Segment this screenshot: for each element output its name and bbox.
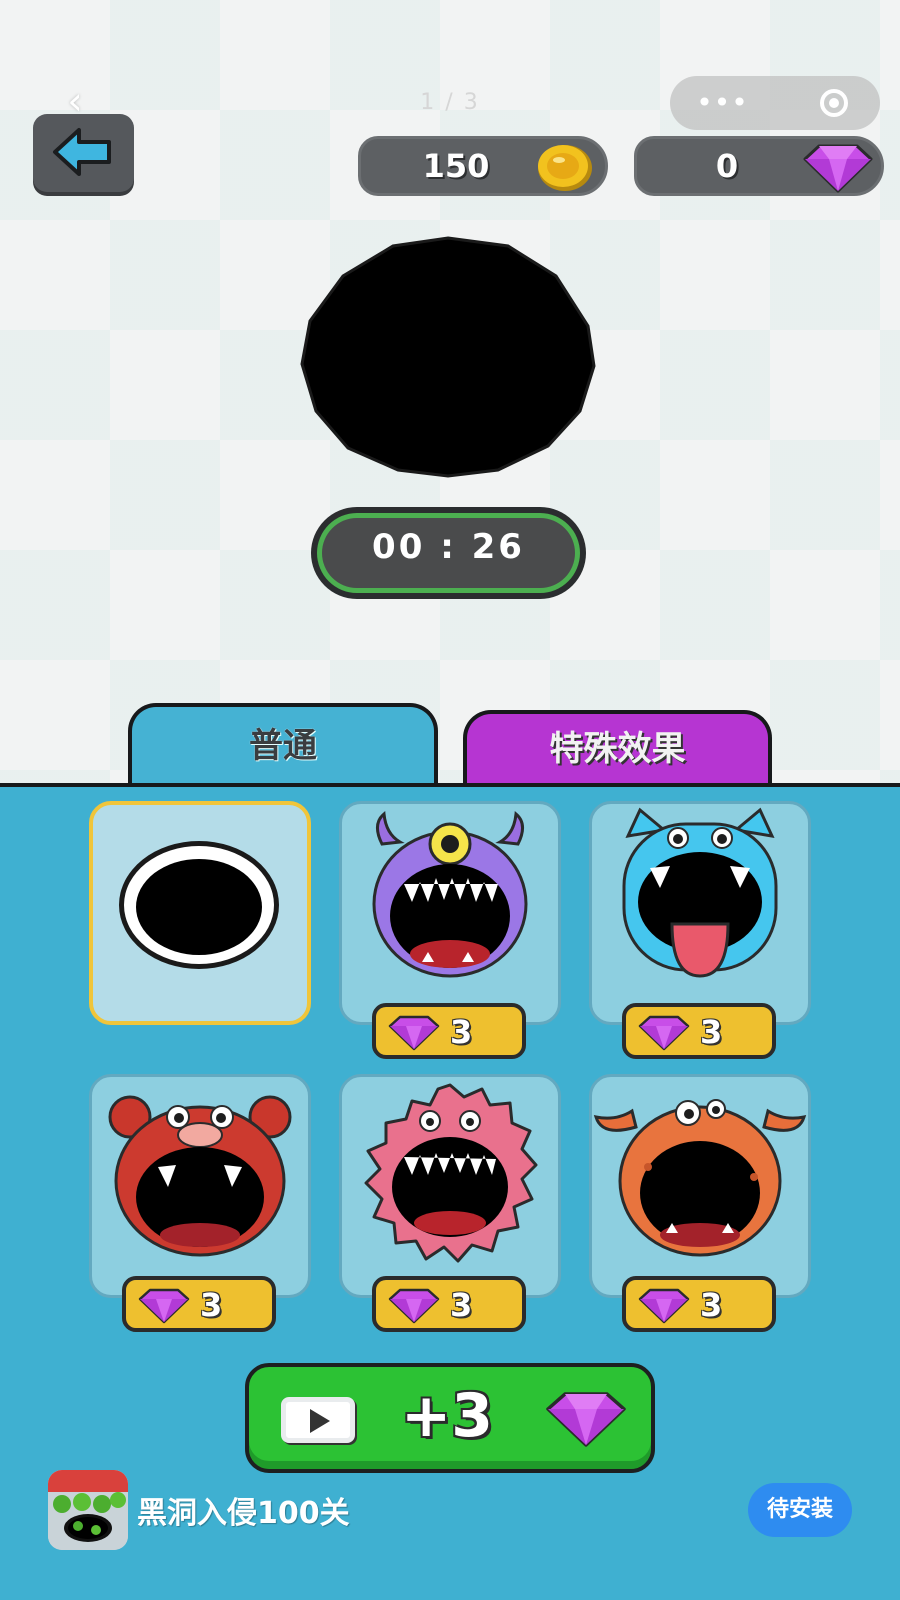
price-value: 3 bbox=[700, 1286, 723, 1324]
game-back-button[interactable] bbox=[33, 114, 134, 192]
back-chevron-icon[interactable]: ‹ bbox=[58, 82, 92, 120]
install-button[interactable]: 待安装 bbox=[748, 1483, 852, 1537]
tab-normal[interactable]: 普通 bbox=[128, 703, 438, 795]
tab-normal-label: 普通 bbox=[249, 726, 317, 766]
coin-count: 150 bbox=[422, 147, 490, 185]
video-play-icon bbox=[281, 1397, 355, 1443]
price-value: 3 bbox=[200, 1286, 223, 1324]
tab-special-effects[interactable]: 特殊效果 bbox=[463, 710, 772, 790]
blue-cat-monster-icon bbox=[622, 807, 778, 978]
red-bear-monster-icon bbox=[108, 1095, 292, 1257]
gem-icon bbox=[388, 1288, 440, 1324]
app-thumbnail-icon bbox=[48, 1470, 128, 1550]
timer-text: 00 : 26 bbox=[322, 518, 575, 588]
gem-counter: 0 bbox=[634, 136, 884, 196]
skin-card-blue-cat[interactable] bbox=[589, 801, 811, 1025]
gem-icon bbox=[388, 1015, 440, 1051]
gem-icon bbox=[803, 144, 873, 193]
price-value: 3 bbox=[450, 1286, 473, 1324]
price-tag-pink-furry[interactable]: 3 bbox=[372, 1276, 526, 1332]
countdown-timer: 00 : 26 bbox=[311, 507, 586, 599]
page-indicator: 1 / 3 bbox=[420, 90, 480, 115]
left-arrow-icon bbox=[53, 128, 111, 176]
skin-card-orange-horned[interactable] bbox=[589, 1074, 811, 1298]
price-tag-blue-cat[interactable]: 3 bbox=[622, 1003, 776, 1059]
app-name: 黑洞入侵100关 bbox=[137, 1496, 350, 1531]
mini-program-capsule[interactable]: ••• bbox=[670, 76, 880, 130]
orange-horned-monster-icon bbox=[593, 1099, 807, 1257]
pink-furry-monster-icon bbox=[364, 1083, 538, 1263]
watch-video-reward-button[interactable]: +3 bbox=[245, 1363, 655, 1473]
purple-cyclops-monster-icon bbox=[372, 811, 528, 978]
skin-card-classic[interactable] bbox=[89, 801, 311, 1025]
gem-count: 0 bbox=[715, 147, 739, 185]
price-value: 3 bbox=[700, 1013, 723, 1051]
gem-icon bbox=[638, 1015, 690, 1051]
skin-card-purple-cyclops[interactable] bbox=[339, 801, 561, 1025]
app-icon[interactable] bbox=[48, 1470, 128, 1550]
tab-special-label: 特殊效果 bbox=[549, 729, 686, 769]
gem-icon bbox=[546, 1392, 626, 1447]
price-tag-red-bear[interactable]: 3 bbox=[122, 1276, 276, 1332]
coin-icon bbox=[538, 145, 592, 191]
reward-amount: +3 bbox=[401, 1381, 494, 1451]
more-menu-icon[interactable]: ••• bbox=[670, 76, 775, 130]
gem-icon bbox=[638, 1288, 690, 1324]
price-tag-purple-cyclops[interactable]: 3 bbox=[372, 1003, 526, 1059]
skin-card-red-bear[interactable] bbox=[89, 1074, 311, 1298]
coin-counter: 150 bbox=[358, 136, 608, 196]
price-value: 3 bbox=[450, 1013, 473, 1051]
gem-icon bbox=[138, 1288, 190, 1324]
close-circle-icon[interactable] bbox=[820, 89, 848, 117]
classic-hole-icon bbox=[119, 841, 279, 969]
skin-card-pink-furry[interactable] bbox=[339, 1074, 561, 1298]
black-hole-preview bbox=[300, 236, 596, 478]
price-tag-orange-horned[interactable]: 3 bbox=[622, 1276, 776, 1332]
